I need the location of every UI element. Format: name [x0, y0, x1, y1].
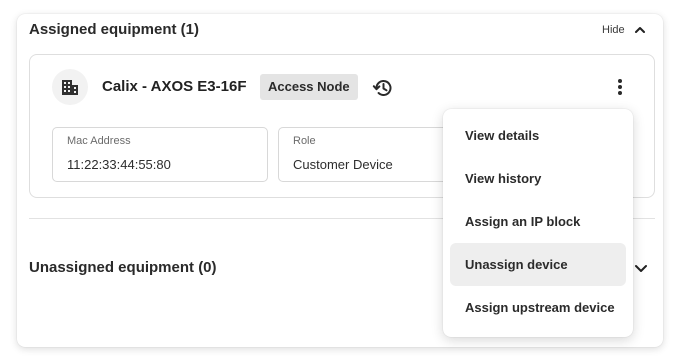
expand-unassigned-toggle[interactable]	[631, 258, 651, 278]
device-actions-menu: View details View history Assign an IP b…	[443, 109, 633, 337]
role-value: Customer Device	[293, 157, 393, 172]
chevron-up-icon	[633, 23, 647, 37]
device-type-badge: Access Node	[260, 74, 358, 100]
unassigned-equipment-title: Unassigned equipment (0)	[29, 259, 217, 276]
assigned-equipment-title: Assigned equipment (1)	[29, 21, 200, 38]
mac-address-value: 11:22:33:44:55:80	[67, 157, 171, 172]
menu-item-unassign-device[interactable]: Unassign device	[450, 243, 626, 286]
device-actions-button[interactable]	[608, 75, 632, 99]
chevron-down-icon	[631, 258, 651, 278]
kebab-menu-icon	[617, 78, 623, 96]
device-name: Calix - AXOS E3-16F	[102, 78, 247, 95]
device-avatar	[52, 69, 88, 105]
mac-address-field: Mac Address 11:22:33:44:55:80	[52, 127, 268, 182]
building-icon	[60, 77, 80, 97]
menu-item-assign-ip-block[interactable]: Assign an IP block	[450, 200, 626, 243]
hide-label: Hide	[602, 24, 625, 36]
menu-item-view-history[interactable]: View history	[450, 157, 626, 200]
mac-address-label: Mac Address	[67, 135, 131, 147]
history-icon	[371, 76, 395, 100]
role-label: Role	[293, 135, 316, 147]
hide-assigned-toggle[interactable]: Hide	[602, 20, 647, 40]
menu-item-view-details[interactable]: View details	[450, 114, 626, 157]
history-button[interactable]	[371, 76, 395, 100]
menu-item-assign-upstream-device[interactable]: Assign upstream device	[450, 286, 626, 329]
